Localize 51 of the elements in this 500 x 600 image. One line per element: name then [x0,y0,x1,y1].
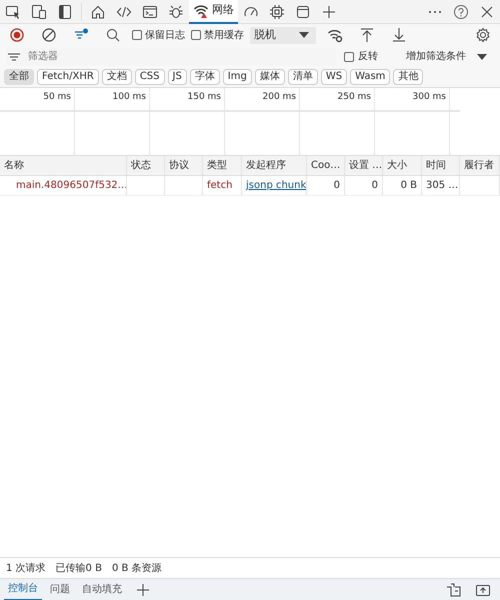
drawer-tab[interactable]: 控制台 [4,578,42,600]
table-cell: 0 B [383,176,422,195]
checkbox-label: 反转 [358,50,378,64]
type-filter-chip[interactable]: 媒体 [254,69,285,85]
column-header[interactable]: 时间 [422,156,460,175]
type-filter-chip[interactable]: CSS [134,69,164,85]
column-header[interactable]: 协议 [165,156,203,175]
table-cell: 0 [307,176,345,195]
type-filter-chip[interactable]: Fetch/XHR [37,69,99,85]
column-header[interactable]: 发起程序 [242,156,307,175]
tool-tab[interactable]: 网络 [189,0,238,24]
checkbox-label: 禁用缓存 [204,28,244,42]
throttle-dropdown[interactable]: 脱机 [250,26,316,44]
status-text: 已传输0 B [56,562,102,576]
type-filter-chip[interactable]: 其他 [393,69,424,85]
timeline-tick-label: 100 ms [112,92,146,102]
checkbox-label: 保留日志 [145,28,185,42]
table-cell: 305 … [422,176,460,195]
table-cell: fetch [203,176,242,195]
column-header[interactable]: 履行者 [460,156,500,175]
type-filter-chip[interactable]: 字体 [190,69,220,85]
timeline-tick-label: 200 ms [262,92,296,102]
timeline-tick-label: 150 ms [188,92,221,102]
column-header[interactable]: Coo… [307,156,345,175]
drawer-tab[interactable]: 问题 [46,578,74,600]
checkbox[interactable] [132,30,142,40]
type-filter-chip[interactable]: Wasm [350,69,390,85]
type-filter-chip[interactable]: WS [320,69,348,85]
column-header[interactable]: 名称 [0,156,127,175]
type-filter-chip[interactable]: Img [222,69,252,85]
type-filter-chip[interactable]: JS [168,69,187,85]
filter-input[interactable]: 筛选器 [26,48,226,66]
column-header[interactable]: 大小 [383,156,422,175]
timeline-tick-label: 50 ms [43,92,71,102]
type-filter-chip[interactable]: 清单 [288,69,318,85]
column-header[interactable]: 类型 [203,156,242,175]
column-header[interactable]: 状态 [127,156,165,175]
status-text: 1 次请求 [6,562,46,576]
timeline-tick-label: 250 ms [338,92,371,102]
checkbox[interactable] [191,30,201,40]
wifi-warning-icon [193,2,209,18]
type-filter-chip[interactable]: 全部 [4,69,34,85]
timeline-tick-label: 300 ms [412,92,446,102]
type-filter-chip[interactable]: 文档 [102,69,132,85]
initiator-link[interactable]: jsonp chunk [242,176,307,195]
column-header[interactable]: 设置 … [345,156,383,175]
table-cell: 0 [345,176,383,195]
more-filters-dropdown[interactable]: 增加筛选条件 [402,46,494,66]
status-text: 0 B 条资源 [112,562,162,576]
drawer-tab[interactable]: 自动填充 [78,578,126,600]
checkbox[interactable] [344,52,354,62]
